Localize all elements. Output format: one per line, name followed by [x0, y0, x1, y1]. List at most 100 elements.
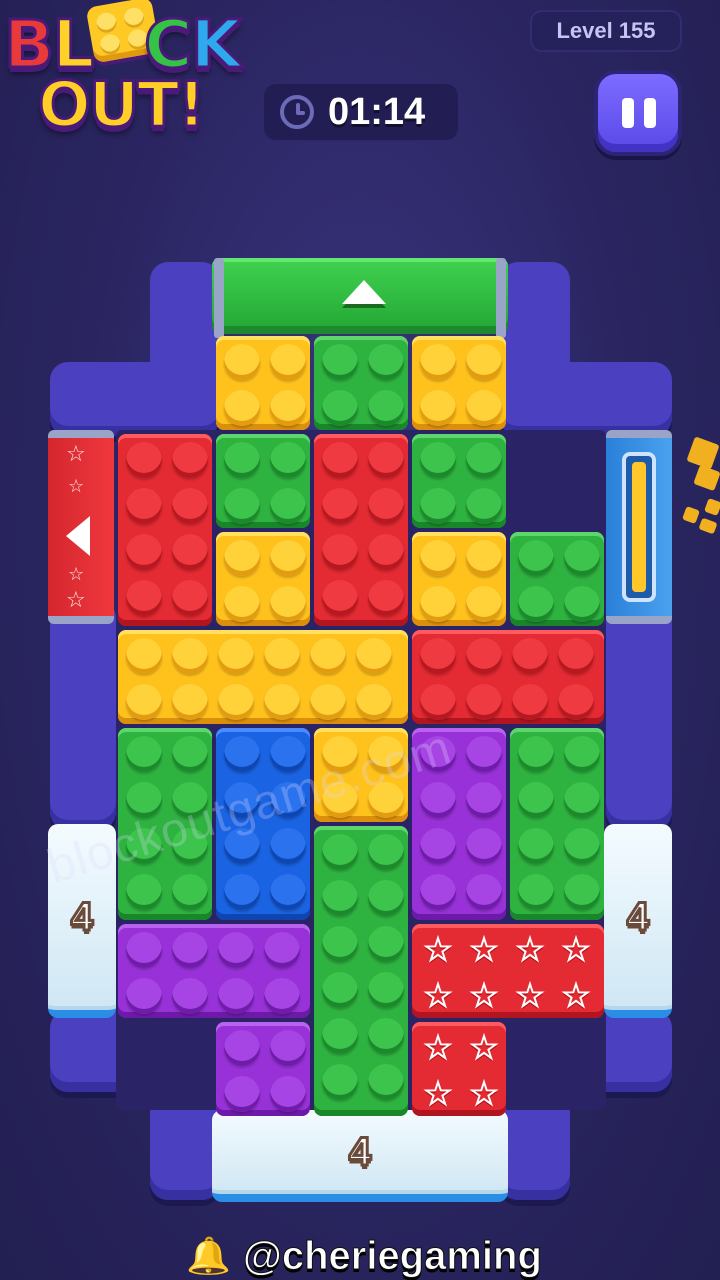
stud: [466, 540, 502, 576]
ice-block-right: 4: [604, 824, 672, 1018]
star-icon: ☆: [468, 930, 500, 970]
stud: [518, 782, 554, 818]
stud: [126, 638, 162, 674]
lock-bar-icon: [622, 452, 656, 602]
stud: [322, 926, 358, 962]
stud: [564, 540, 600, 576]
stud: [224, 540, 260, 576]
stud: [172, 736, 208, 772]
stud: [322, 390, 358, 426]
star-icon: ☆: [468, 1074, 500, 1114]
stud: [224, 874, 260, 910]
star-icon: ☆: [560, 976, 592, 1016]
game-logo: BLOCK OUT!: [0, 0, 262, 150]
stud: [270, 1076, 306, 1112]
stud: [368, 1018, 404, 1054]
star-icon: ☆: [422, 930, 454, 970]
stud: [466, 828, 502, 864]
red-block[interactable]: [118, 434, 212, 626]
stud: [126, 488, 162, 524]
yellow-block[interactable]: [412, 532, 506, 626]
yellow-block[interactable]: [216, 532, 310, 626]
ice-counter: 4: [69, 893, 94, 940]
green-block[interactable]: [510, 728, 604, 920]
stud: [218, 638, 254, 674]
stud: [564, 828, 600, 864]
stud: [368, 880, 404, 916]
left-arrow-icon: [66, 516, 90, 556]
red-block[interactable]: ☆ ☆ ☆ ☆ ☆ ☆ ☆ ☆: [412, 924, 604, 1018]
stud: [466, 390, 502, 426]
purple-block[interactable]: [118, 924, 310, 1018]
stud: [466, 586, 502, 622]
stud: [270, 586, 306, 622]
red-block[interactable]: ☆ ☆ ☆ ☆: [412, 1022, 506, 1116]
star-icon: ☆: [422, 1074, 454, 1114]
stud: [224, 442, 260, 478]
stud: [322, 442, 358, 478]
stud: [518, 586, 554, 622]
stud: [368, 488, 404, 524]
green-block[interactable]: [510, 532, 604, 626]
stud: [310, 684, 346, 720]
stud: [512, 638, 548, 674]
stud: [368, 442, 404, 478]
red-block[interactable]: [412, 630, 604, 724]
exit-gate-top-green: [212, 258, 508, 338]
star-icon: ☆: [66, 442, 86, 467]
stud: [368, 534, 404, 570]
stud: [420, 540, 456, 576]
green-block[interactable]: [216, 434, 310, 528]
green-block[interactable]: [412, 434, 506, 528]
stud: [466, 782, 502, 818]
stud: [564, 782, 600, 818]
stud: [356, 684, 392, 720]
level-indicator: Level 155: [530, 10, 682, 52]
stud: [564, 874, 600, 910]
red-block[interactable]: [314, 434, 408, 626]
stud: [172, 580, 208, 616]
purple-block[interactable]: [216, 1022, 310, 1116]
stud: [310, 638, 346, 674]
stud: [172, 638, 208, 674]
green-block[interactable]: [314, 336, 408, 430]
exit-gate-left-red: ☆ ☆ ☆ ☆: [48, 430, 114, 624]
pause-button[interactable]: [594, 70, 682, 156]
ice-block-bottom: 4: [212, 1110, 508, 1202]
stud: [270, 344, 306, 380]
stud: [126, 978, 162, 1014]
green-block[interactable]: [314, 826, 408, 1116]
stud: [420, 488, 456, 524]
star-icon: ☆: [422, 976, 454, 1016]
stud: [322, 1018, 358, 1054]
stud: [368, 1064, 404, 1100]
stud: [172, 684, 208, 720]
stud: [172, 932, 208, 968]
yellow-block[interactable]: [216, 336, 310, 430]
stud: [322, 580, 358, 616]
logo-line-2: OUT!: [37, 67, 208, 143]
stud: [224, 1030, 260, 1066]
stud: [126, 932, 162, 968]
stud: [368, 926, 404, 962]
stud: [420, 874, 456, 910]
stud: [466, 684, 502, 720]
yellow-block[interactable]: [412, 336, 506, 430]
ice-counter: 4: [625, 893, 650, 940]
stud: [264, 638, 300, 674]
stud: [518, 540, 554, 576]
stud: [466, 736, 502, 772]
stud: [126, 874, 162, 910]
stud: [126, 442, 162, 478]
stud: [564, 586, 600, 622]
stud: [224, 586, 260, 622]
stud: [224, 736, 260, 772]
stud: [466, 442, 502, 478]
creator-handle: @cheriegaming: [242, 1233, 542, 1278]
stud: [172, 488, 208, 524]
exit-gate-right-blue: [606, 430, 672, 624]
yellow-block[interactable]: [118, 630, 408, 724]
stud: [558, 684, 594, 720]
stud: [172, 442, 208, 478]
stud: [564, 736, 600, 772]
